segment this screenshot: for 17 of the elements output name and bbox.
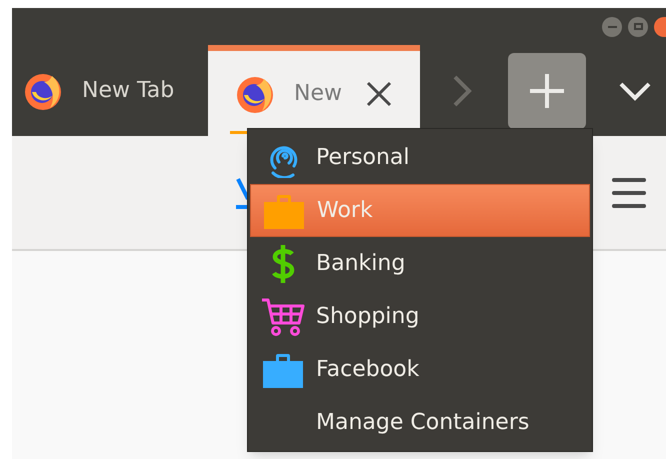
maximize-button[interactable] — [628, 16, 648, 36]
menu-icon[interactable] — [612, 176, 646, 208]
browser-tab[interactable]: New — [208, 45, 420, 136]
close-icon[interactable] — [366, 80, 392, 106]
menu-item[interactable]: Manage Containers — [250, 396, 590, 449]
plus-icon — [528, 72, 566, 110]
chevron-down-icon[interactable] — [618, 80, 652, 100]
menu-item[interactable]: Facebook — [250, 343, 590, 396]
close-button[interactable] — [654, 16, 666, 36]
chevron-right-icon[interactable] — [452, 74, 472, 108]
tab-title: New — [294, 80, 342, 108]
tab-title: New Tab — [82, 77, 174, 105]
menu-item[interactable]: Banking — [250, 237, 590, 290]
menu-item[interactable]: Shopping — [250, 290, 590, 343]
new-tab-button[interactable] — [508, 52, 586, 128]
browser-tab[interactable]: New Tab — [12, 45, 208, 136]
minimize-button[interactable] — [602, 16, 622, 36]
